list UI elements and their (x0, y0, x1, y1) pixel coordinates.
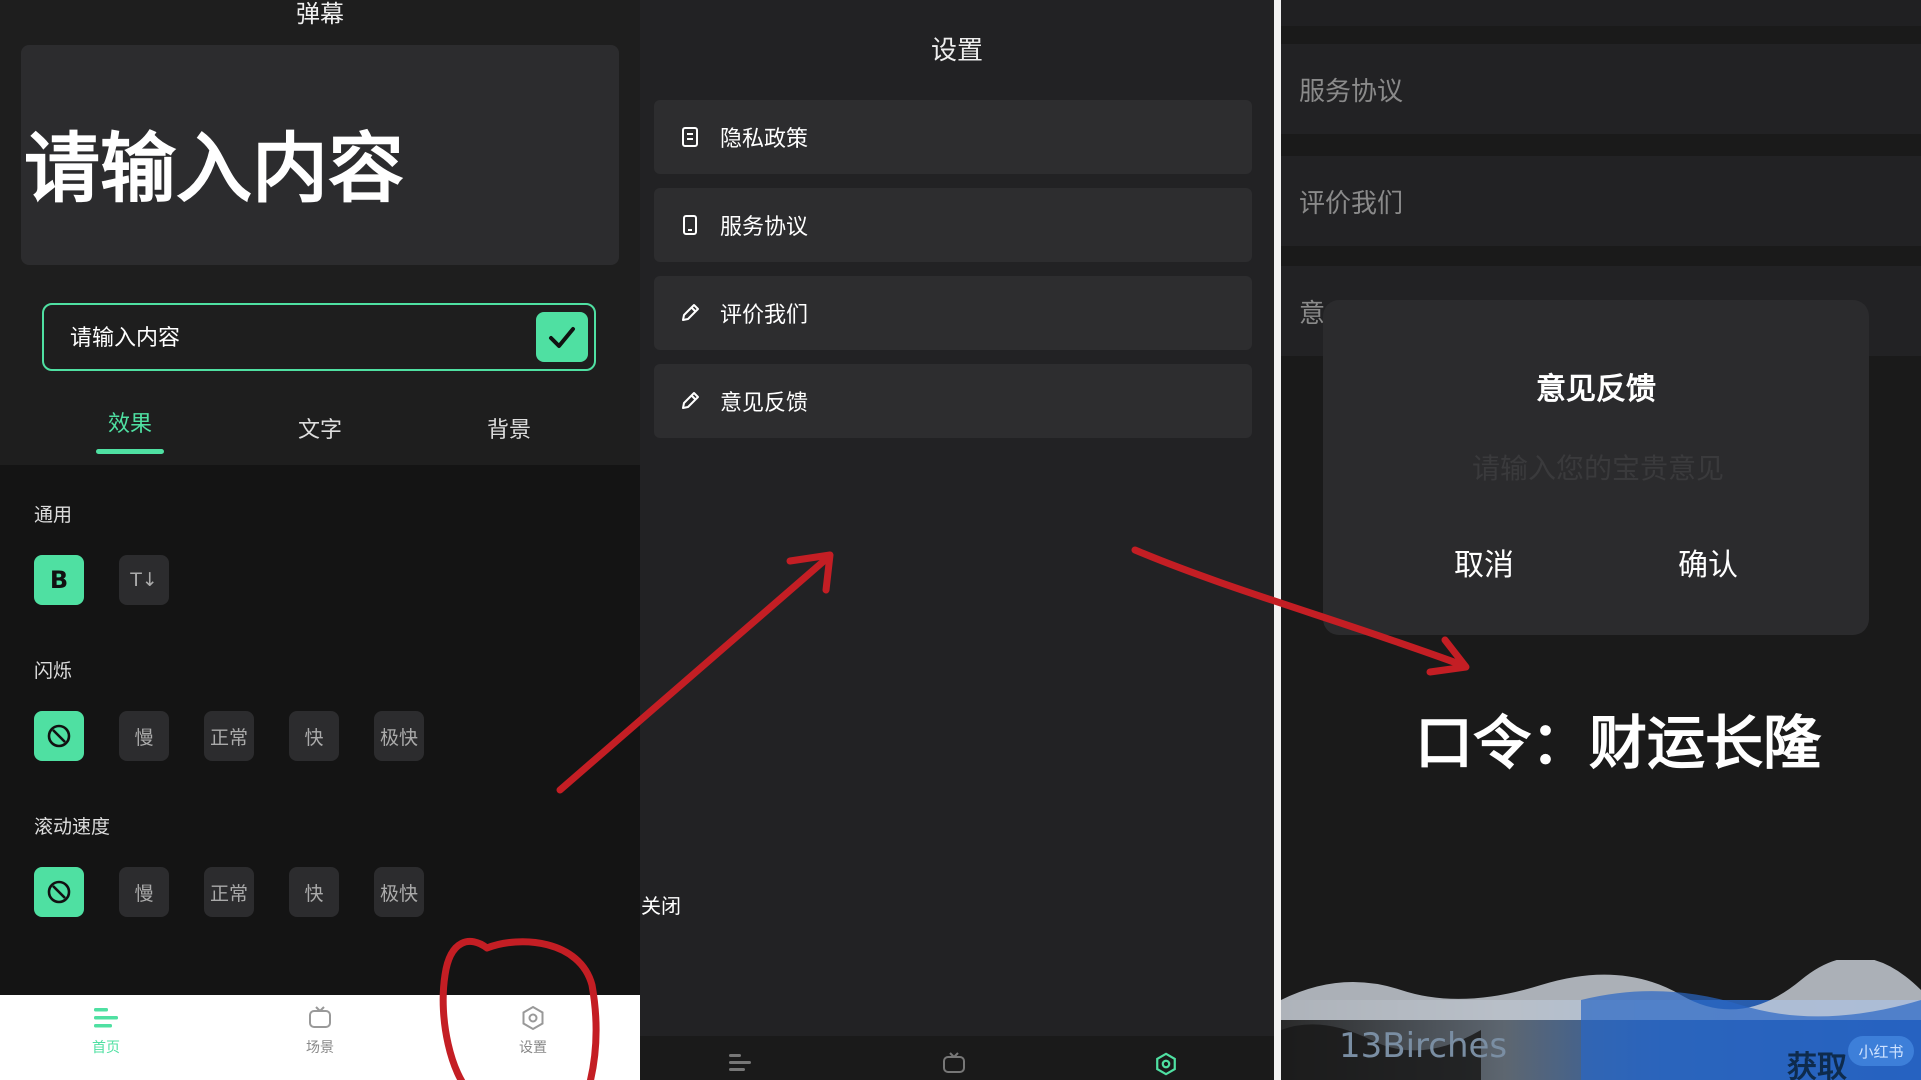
prohibit-icon (47, 724, 71, 748)
tab-label: 效果 (107, 412, 153, 437)
blink-speed-normal[interactable]: 正常 (204, 711, 254, 761)
confirm-button[interactable]: 确认 (1678, 540, 1738, 584)
bold-toggle[interactable]: B (34, 555, 84, 605)
feedback-dialog: 意见反馈 取消 确认 (1323, 300, 1869, 635)
page-title: 设置 (930, 36, 983, 66)
section-label-scroll-speed: 滚动速度 (34, 816, 111, 838)
content-input-box (42, 303, 596, 371)
slogan-text: 口令：财运长隆 (1415, 709, 1822, 777)
dialog-title: 意见反馈 (1536, 372, 1656, 407)
page-title: 弹幕 (296, 0, 344, 28)
pencil-icon (678, 302, 702, 324)
gear-icon (522, 1005, 544, 1031)
scroll-speed-normal[interactable]: 正常 (204, 867, 254, 917)
home-list-icon (94, 1008, 118, 1028)
scroll-speed-slow[interactable]: 慢 (119, 867, 169, 917)
menu-item-label: 意 (1299, 299, 1326, 329)
menu-item-rate-us[interactable]: 评价我们 (654, 276, 1252, 350)
check-icon (549, 327, 575, 348)
menu-item-label: 隐私政策 (720, 127, 809, 152)
feedback-dialog-panel: 服务协议 评价我们 意 意见反馈 取消 确认 口令：财运长隆 13Birches… (1281, 0, 1921, 1080)
nav-item-scene[interactable]: 场景 (275, 1005, 365, 1057)
bg-menu-item-rate-us[interactable]: 评价我们 (1281, 156, 1921, 246)
menu-item-service-agreement[interactable]: 服务协议 (654, 188, 1252, 262)
tv-icon[interactable] (942, 1052, 966, 1078)
menu-item-label: 评价我们 (1299, 189, 1404, 219)
prohibit-icon (47, 880, 71, 904)
panel-divider (1274, 0, 1281, 1080)
home-list-icon[interactable] (727, 1052, 753, 1076)
get-text: 获取 (1787, 1050, 1847, 1080)
nav-item-home[interactable]: 首页 (61, 1005, 151, 1057)
bottom-navigation (640, 1036, 1274, 1080)
tab-bar: 效果 文字 背景 (0, 406, 640, 456)
photo-caption: 13Birches (1339, 1026, 1508, 1066)
blink-speed-slow[interactable]: 慢 (119, 711, 169, 761)
scroll-off-button[interactable] (34, 867, 84, 917)
danmaku-preview: 请输入内容 (21, 45, 619, 265)
menu-item-label: 意见反馈 (720, 391, 809, 416)
feedback-input[interactable] (1383, 445, 1813, 491)
settings-panel: 设置 隐私政策 服务协议 评价我们 意见反馈 关闭 (640, 0, 1274, 1080)
section-label-blink: 闪烁 (34, 660, 73, 682)
cancel-button[interactable]: 取消 (1454, 540, 1514, 584)
blink-off-button[interactable] (34, 711, 84, 761)
gear-icon[interactable] (1154, 1052, 1178, 1080)
bottom-navigation: 首页 场景 设置 (0, 995, 640, 1080)
effect-options: 通用 B T↓ 闪烁 慢 正常 快 极快 滚动速度 慢 正常 快 极快 (0, 465, 640, 995)
tab-label: 背景 (486, 418, 532, 443)
phone-icon (678, 214, 702, 236)
scroll-speed-fast[interactable]: 快 (289, 867, 339, 917)
preview-text: 请输入内容 (24, 124, 404, 213)
tab-effect[interactable]: 效果 (95, 406, 165, 454)
close-button[interactable]: 关闭 (641, 890, 681, 919)
tab-background[interactable]: 背景 (487, 412, 531, 444)
tv-icon (309, 1006, 331, 1028)
menu-item-label: 服务协议 (720, 215, 809, 240)
danmaku-editor-panel: 弹幕 请输入内容 效果 文字 背景 通用 B T↓ 闪烁 慢 正常 快 极快 (0, 0, 640, 1080)
content-input[interactable] (68, 317, 512, 359)
tab-active-indicator (95, 449, 165, 454)
watermark-badge: 小红书 (1848, 1036, 1914, 1066)
nav-item-settings[interactable]: 设置 (488, 1005, 578, 1057)
nav-label: 首页 (92, 1040, 120, 1056)
top-bar (1281, 0, 1921, 26)
blink-speed-fast[interactable]: 快 (289, 711, 339, 761)
nav-label: 场景 (306, 1040, 334, 1056)
blink-speed-very-fast[interactable]: 极快 (374, 711, 424, 761)
menu-item-privacy-policy[interactable]: 隐私政策 (654, 100, 1252, 174)
text-size-toggle[interactable]: T↓ (119, 555, 169, 605)
menu-item-label: 评价我们 (720, 303, 809, 328)
tab-label: 文字 (297, 418, 343, 443)
section-label-general: 通用 (34, 504, 73, 526)
pencil-icon (678, 390, 702, 412)
tab-text[interactable]: 文字 (298, 412, 342, 444)
bg-menu-item-service-agreement[interactable]: 服务协议 (1281, 44, 1921, 134)
menu-item-feedback[interactable]: 意见反馈 (654, 364, 1252, 438)
confirm-button[interactable] (536, 312, 588, 362)
nav-label: 设置 (519, 1040, 547, 1056)
menu-item-label: 服务协议 (1299, 77, 1404, 107)
document-icon (678, 126, 702, 148)
scroll-speed-very-fast[interactable]: 极快 (374, 867, 424, 917)
